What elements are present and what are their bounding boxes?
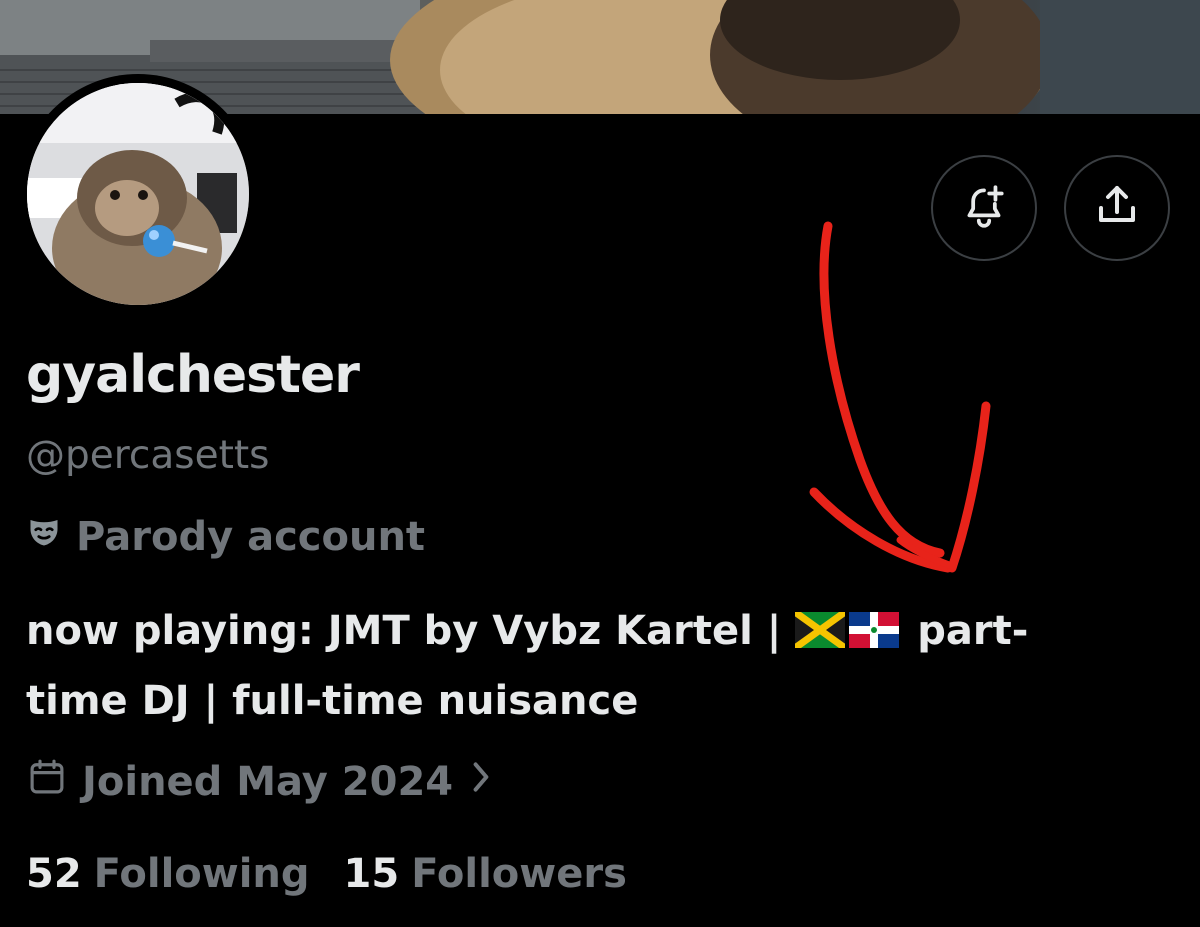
bio-text-line2: time DJ | full-time nuisance bbox=[26, 678, 639, 724]
display-name: gyalchester bbox=[26, 345, 360, 405]
parody-label-text: Parody account bbox=[76, 514, 426, 560]
bio-text-end: part- bbox=[903, 608, 1029, 654]
followers-count: 15 bbox=[343, 851, 400, 897]
jamaica-flag-icon bbox=[793, 602, 848, 668]
notify-button[interactable] bbox=[931, 155, 1037, 261]
profile-handle: @percasetts bbox=[26, 433, 270, 478]
calendar-icon bbox=[26, 756, 68, 808]
following-label: Following bbox=[93, 851, 310, 897]
follow-stats: 52 Following 15 Followers bbox=[26, 846, 661, 902]
profile-avatar[interactable] bbox=[18, 74, 258, 314]
following-link[interactable]: 52 Following bbox=[26, 851, 310, 897]
dominican-republic-flag-icon bbox=[849, 602, 900, 668]
parody-account-label[interactable]: Parody account bbox=[26, 509, 425, 565]
followers-link[interactable]: 15 Followers bbox=[344, 851, 627, 897]
joined-date[interactable]: Joined May 2024 bbox=[26, 752, 493, 812]
mask-icon bbox=[26, 514, 76, 560]
following-count: 52 bbox=[26, 851, 82, 897]
chevron-right-icon bbox=[469, 759, 493, 805]
avatar-image bbox=[27, 83, 249, 305]
bell-plus-icon bbox=[959, 181, 1009, 235]
followers-label: Followers bbox=[411, 851, 627, 897]
profile-bio: now playing: JMT by Vybz Kartel | part- … bbox=[26, 598, 1176, 734]
bio-text-start: now playing: JMT by Vybz Kartel | bbox=[26, 608, 796, 654]
share-icon bbox=[1093, 182, 1141, 234]
share-button[interactable] bbox=[1064, 155, 1170, 261]
joined-text: Joined May 2024 bbox=[82, 759, 454, 805]
